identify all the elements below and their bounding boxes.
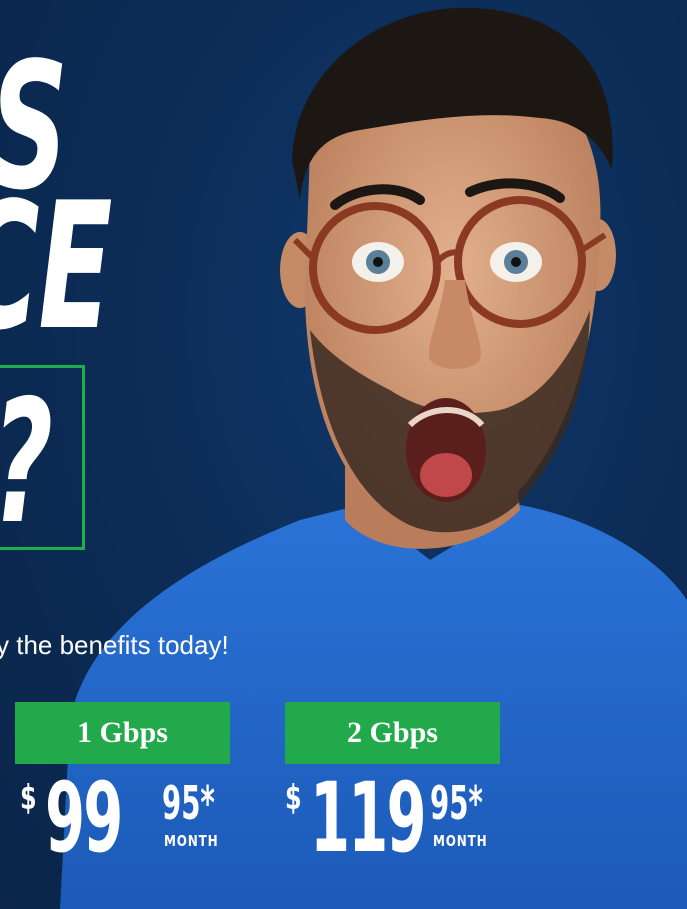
- plan-speed-label: 1 Gbps: [77, 716, 168, 749]
- plan-badge-1gbps[interactable]: 1 Gbps: [15, 702, 230, 764]
- plan-speed-label: 2 Gbps: [347, 716, 438, 749]
- price-main: 99: [45, 762, 123, 874]
- price-unit: MONTH: [433, 832, 488, 850]
- tagline-text: y the benefits today!: [0, 630, 229, 660]
- hero-banner: S CE ?: [0, 0, 687, 909]
- price-cents: 95*: [430, 776, 483, 830]
- plan-badge-2gbps[interactable]: 2 Gbps: [285, 702, 500, 764]
- price-unit: MONTH: [164, 832, 219, 850]
- price-main: 119: [310, 762, 427, 874]
- price-currency: $: [20, 778, 37, 818]
- price-cents: 95*: [162, 776, 215, 830]
- price-currency: $: [285, 778, 302, 818]
